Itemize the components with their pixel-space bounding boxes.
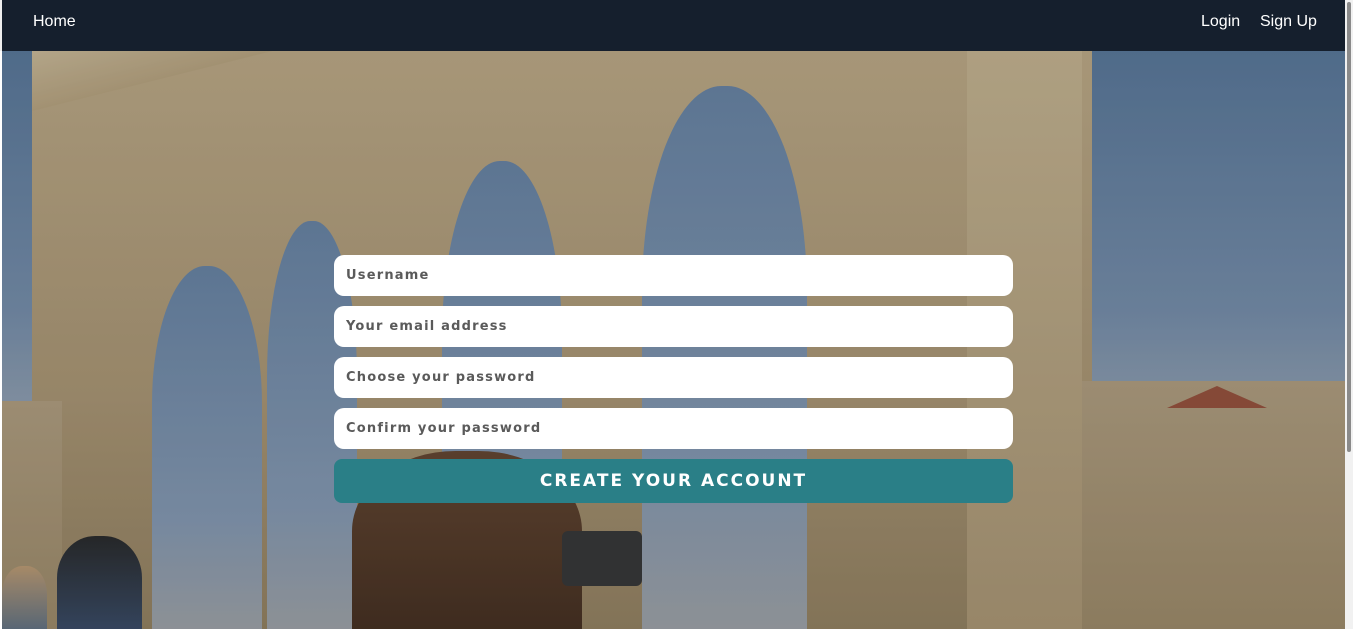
password-input[interactable] [334,357,1013,398]
top-navbar: Home Login Sign Up [0,0,1345,51]
nav-home-link[interactable]: Home [33,13,76,31]
nav-login-link[interactable]: Login [1201,13,1240,31]
nav-signup-link[interactable]: Sign Up [1260,13,1317,31]
scrollbar-thumb[interactable] [1347,2,1351,452]
confirm-password-input[interactable] [334,408,1013,449]
create-account-button[interactable]: CREATE YOUR ACCOUNT [334,459,1013,503]
email-input[interactable] [334,306,1013,347]
username-input[interactable] [334,255,1013,296]
scrollbar[interactable] [1345,0,1353,629]
signup-form: CREATE YOUR ACCOUNT [334,255,1013,503]
page: Home Login Sign Up CREATE YOUR ACCOUNT [0,0,1345,629]
